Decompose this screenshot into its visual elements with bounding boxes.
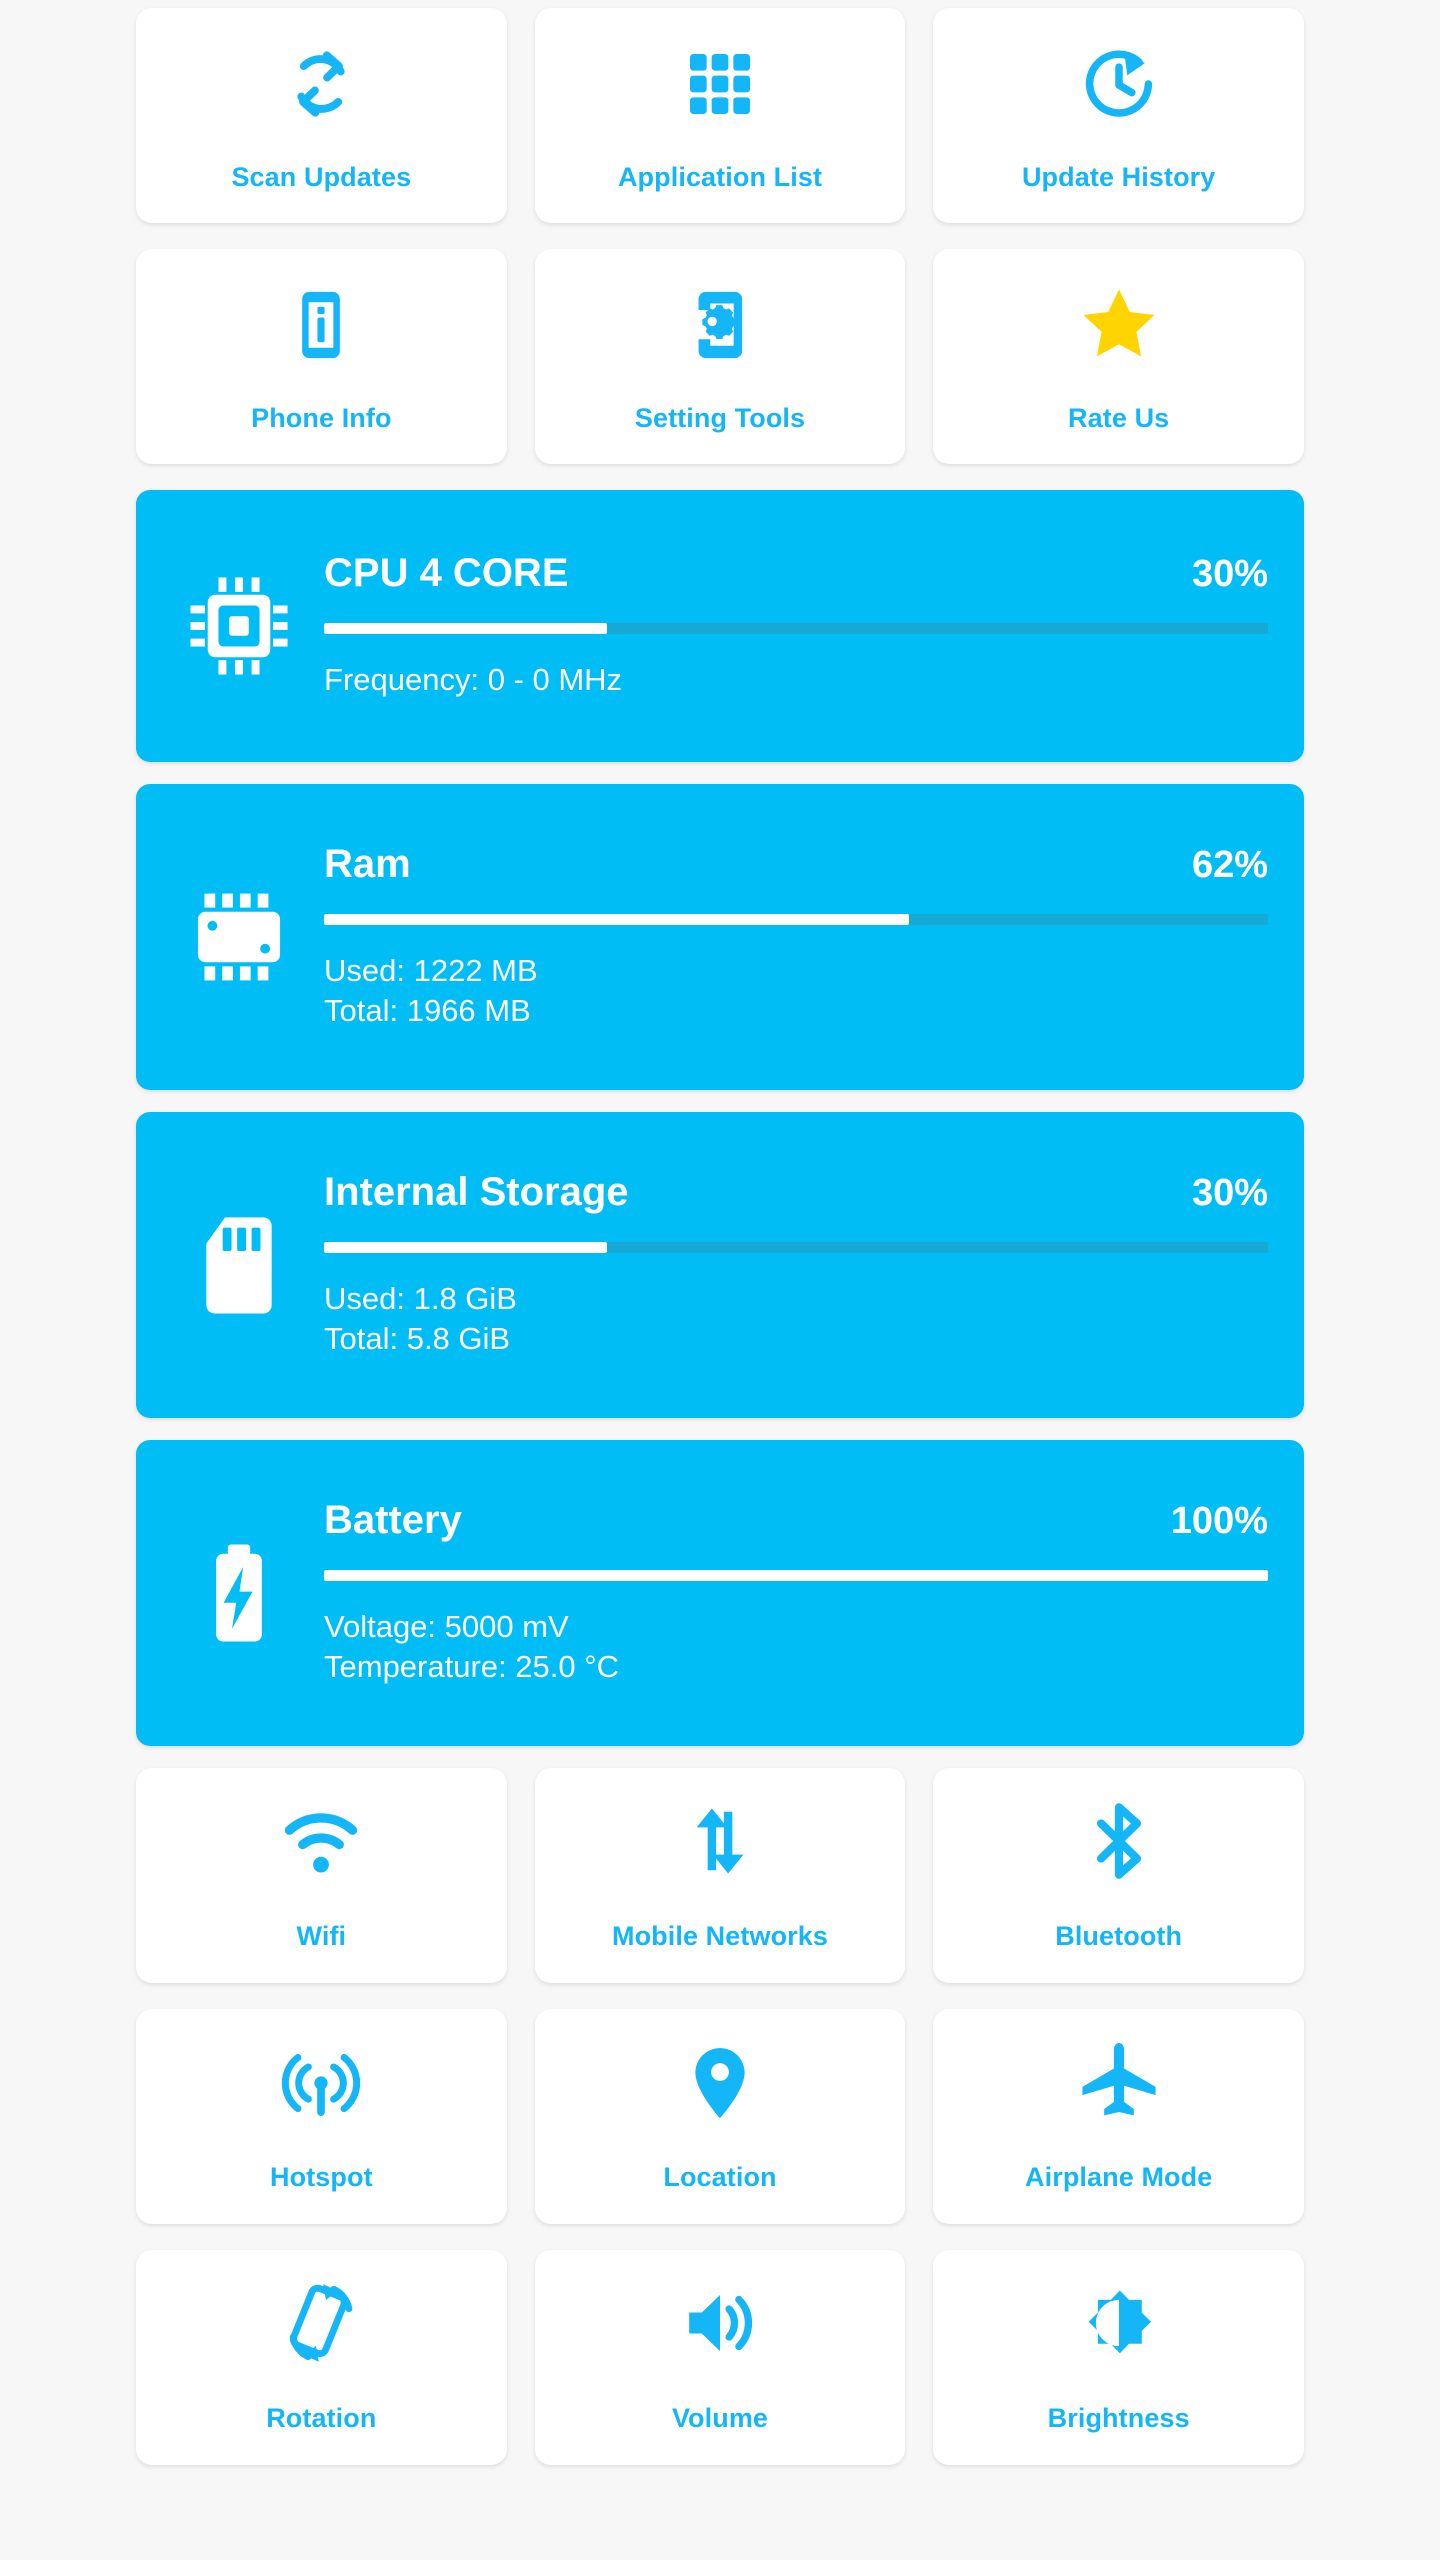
tile-label: Update History <box>1021 162 1216 192</box>
tile-label: Airplane Mode <box>1025 2162 1213 2192</box>
progress-fill <box>324 914 910 926</box>
brightness-icon <box>1077 2275 1161 2371</box>
stat-detail-line: Total: 5.8 GiB <box>324 1320 511 1356</box>
phone-gear-icon <box>681 273 759 377</box>
stat-percent: 30% <box>1191 1172 1268 1215</box>
tile-mobile-networks[interactable]: Mobile Networks <box>534 1768 906 1983</box>
tile-label: Phone Info <box>251 403 392 433</box>
progress-bar-ram <box>324 914 1268 926</box>
cpu-chip-icon <box>154 570 324 682</box>
stat-card-internal-storage[interactable]: Internal Storage 30% Used: 1.8 GiB Total… <box>136 1112 1304 1418</box>
tile-label: Wifi <box>296 1921 347 1951</box>
stat-header: Ram 62% <box>324 844 1268 884</box>
tile-label: Scan Updates <box>231 162 412 192</box>
app-screen: Scan Updates Application List Update His… <box>0 0 1440 2560</box>
screen-rotation-icon <box>278 2275 364 2371</box>
sync-icon <box>278 32 364 136</box>
stat-card-battery[interactable]: Battery 100% Voltage: 5000 mV Temperatur… <box>136 1440 1304 1746</box>
wifi-icon <box>278 1793 364 1889</box>
tile-scan-updates[interactable]: Scan Updates <box>136 8 507 223</box>
stat-detail-line: Used: 1.8 GiB <box>324 1281 517 1317</box>
tile-volume[interactable]: Volume <box>534 2250 906 2465</box>
tile-label: Mobile Networks <box>611 1921 829 1951</box>
stat-title: Ram <box>324 842 411 887</box>
stat-percent: 100% <box>1170 1500 1268 1543</box>
stat-detail-line: Used: 1222 MB <box>324 953 538 989</box>
ram-chip-icon <box>154 881 324 993</box>
stat-detail-line: Frequency: 0 - 0 MHz <box>324 661 623 697</box>
tile-rotation[interactable]: Rotation <box>136 2250 507 2465</box>
progress-bar-storage <box>324 1242 1268 1254</box>
stat-body: CPU 4 CORE 30% Frequency: 0 - 0 MHz <box>324 553 1272 699</box>
stat-header: Battery 100% <box>324 1500 1268 1540</box>
tile-brightness[interactable]: Brightness <box>933 2250 1305 2465</box>
progress-bar-cpu <box>324 622 1268 634</box>
tile-label: Bluetooth <box>1055 1921 1183 1951</box>
stat-detail-lines: Frequency: 0 - 0 MHz <box>324 660 1268 699</box>
stat-detail-lines: Used: 1222 MB Total: 1966 MB <box>324 951 1268 1030</box>
tile-bluetooth[interactable]: Bluetooth <box>933 1768 1305 1983</box>
tools-row-2: Phone Info Setting Tools Rate Us <box>136 249 1305 464</box>
toggles-row-3: Rotation Volume Brightness <box>136 2250 1305 2465</box>
progress-fill <box>324 622 608 634</box>
tile-location[interactable]: Location <box>534 2009 906 2224</box>
tile-label: Brightness <box>1047 2403 1190 2433</box>
tile-wifi[interactable]: Wifi <box>136 1768 507 1983</box>
stat-body: Internal Storage 30% Used: 1.8 GiB Total… <box>324 1172 1272 1358</box>
progress-fill <box>324 1570 1268 1582</box>
tile-update-history[interactable]: Update History <box>933 8 1305 223</box>
tile-hotspot[interactable]: Hotspot <box>136 2009 507 2224</box>
tile-phone-info[interactable]: Phone Info <box>136 249 507 464</box>
stat-card-cpu[interactable]: CPU 4 CORE 30% Frequency: 0 - 0 MHz <box>136 490 1304 762</box>
tile-label: Location <box>663 2162 777 2192</box>
tile-airplane-mode[interactable]: Airplane Mode <box>933 2009 1305 2224</box>
tile-setting-tools[interactable]: Setting Tools <box>534 249 906 464</box>
tile-label: Rotation <box>266 2403 377 2433</box>
stat-body: Battery 100% Voltage: 5000 mV Temperatur… <box>324 1500 1272 1686</box>
airplane-icon <box>1074 2034 1164 2130</box>
stat-detail-line: Temperature: 25.0 °C <box>324 1648 619 1684</box>
stat-percent: 30% <box>1191 552 1268 595</box>
tile-label: Rate Us <box>1068 403 1170 433</box>
tile-label: Volume <box>671 2403 769 2433</box>
tile-label: Hotspot <box>269 2162 373 2192</box>
stat-detail-lines: Voltage: 5000 mV Temperature: 25.0 °C <box>324 1607 1268 1686</box>
tile-label: Application List <box>617 162 823 192</box>
apps-grid-icon <box>680 32 760 136</box>
sd-card-icon <box>154 1209 324 1321</box>
battery-bolt-icon <box>154 1537 324 1649</box>
stat-card-ram[interactable]: Ram 62% Used: 1222 MB Total: 1966 MB <box>136 784 1304 1090</box>
star-icon <box>1075 273 1163 377</box>
stat-detail-line: Total: 1966 MB <box>324 992 531 1028</box>
volume-icon <box>678 2275 762 2371</box>
stat-header: CPU 4 CORE 30% <box>324 553 1268 593</box>
location-pin-icon <box>679 2034 761 2130</box>
stat-body: Ram 62% Used: 1222 MB Total: 1966 MB <box>324 844 1272 1030</box>
tools-row-1: Scan Updates Application List Update His… <box>136 8 1305 223</box>
stat-detail-lines: Used: 1.8 GiB Total: 5.8 GiB <box>324 1279 1268 1358</box>
toggles-row-2: Hotspot Location Airplane Mode <box>136 2009 1305 2224</box>
stat-title: CPU 4 CORE <box>324 550 569 595</box>
data-transfer-icon <box>681 1793 759 1889</box>
progress-bar-battery <box>324 1570 1268 1582</box>
tile-rate-us[interactable]: Rate Us <box>933 249 1305 464</box>
bluetooth-icon <box>1076 1793 1162 1889</box>
history-clock-icon <box>1076 32 1162 136</box>
phone-info-icon <box>282 273 360 377</box>
progress-fill <box>324 1242 608 1254</box>
stat-header: Internal Storage 30% <box>324 1172 1268 1212</box>
stat-title: Battery <box>324 1498 462 1543</box>
stat-title: Internal Storage <box>324 1170 629 1215</box>
toggles-row-1: Wifi Mobile Networks Bluetooth <box>136 1768 1305 1983</box>
tile-application-list[interactable]: Application List <box>534 8 906 223</box>
hotspot-icon <box>279 2034 363 2130</box>
stat-percent: 62% <box>1191 844 1268 887</box>
tile-label: Setting Tools <box>634 403 806 433</box>
stat-detail-line: Voltage: 5000 mV <box>324 1609 569 1645</box>
